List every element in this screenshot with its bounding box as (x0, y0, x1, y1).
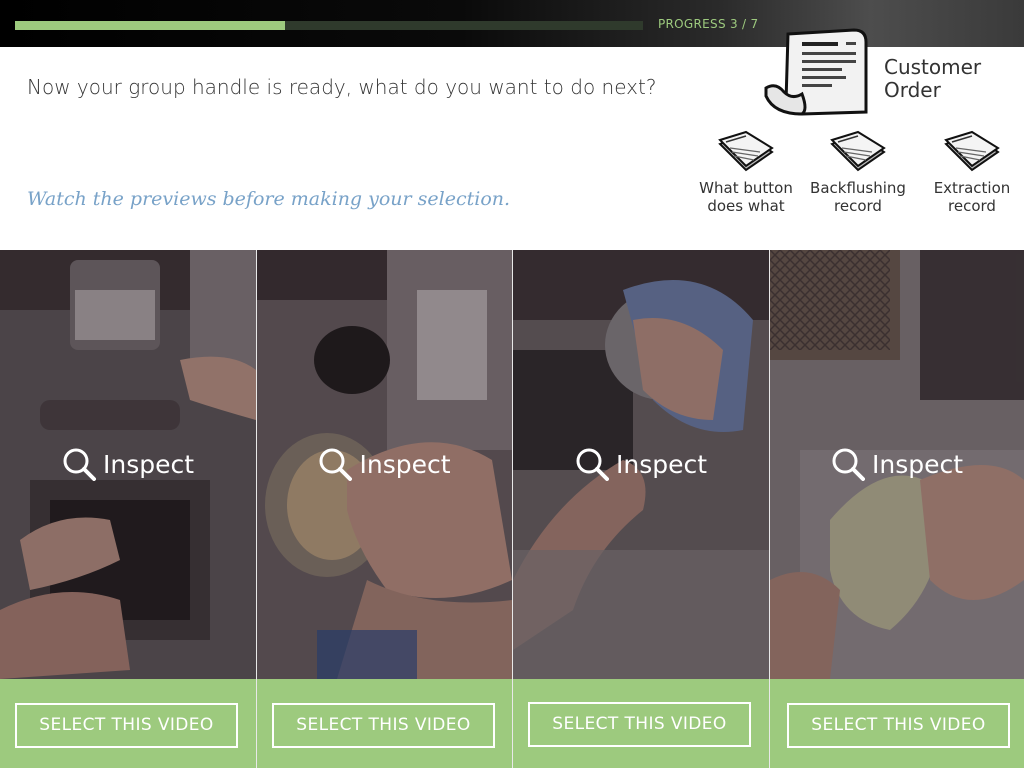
inspect-button[interactable]: Inspect (257, 447, 512, 481)
progress-label: PROGRESS 3 / 7 (658, 17, 759, 31)
video-option-3: Inspect SELECT THIS VIDEO (513, 250, 769, 768)
video-option-2: Inspect SELECT THIS VIDEO (257, 250, 512, 768)
magnifier-icon (832, 448, 865, 481)
video-option-4: Inspect SELECT THIS VIDEO (770, 250, 1024, 768)
customer-order-button[interactable]: Customer Order (762, 26, 1012, 118)
activity-page: PROGRESS 3 / 7 Now your group handle is … (0, 0, 1024, 768)
inspect-button[interactable]: Inspect (770, 447, 1024, 481)
backflush-card-icon (718, 130, 774, 172)
inspect-label: Inspect (103, 449, 195, 479)
inspect-label: Inspect (616, 449, 708, 479)
resource-extraction-record[interactable]: Extraction record (920, 130, 1024, 215)
panel-divider (256, 250, 257, 768)
select-area: SELECT THIS VIDEO (513, 679, 769, 768)
select-area: SELECT THIS VIDEO (0, 679, 256, 768)
select-video-button[interactable]: SELECT THIS VIDEO (272, 703, 495, 748)
resource-label: What button does what (699, 179, 793, 215)
backflush-card-icon (944, 130, 1000, 172)
resource-label: Backflushing record (810, 179, 906, 215)
inspect-label: Inspect (359, 449, 451, 479)
inspect-label: Inspect (872, 449, 964, 479)
magnifier-icon (576, 448, 609, 481)
panel-divider (512, 250, 513, 768)
question-text: Now your group handle is ready, what do … (27, 75, 657, 99)
backflush-card-icon (830, 130, 886, 172)
progress-fill (15, 21, 286, 30)
select-area: SELECT THIS VIDEO (257, 679, 512, 768)
video-options: Inspect SELECT THIS VIDEO Inspect SELECT… (0, 250, 1024, 768)
panel-divider (769, 250, 770, 768)
resource-label: Extraction record (933, 179, 1011, 215)
magnifier-icon (63, 448, 96, 481)
magnifier-icon (319, 448, 353, 481)
select-video-button[interactable]: SELECT THIS VIDEO (15, 703, 238, 748)
resource-backflushing-record[interactable]: Backflushing record (806, 130, 910, 215)
progress-track (15, 21, 643, 30)
video-option-1: Inspect SELECT THIS VIDEO (0, 250, 256, 768)
select-video-button[interactable]: SELECT THIS VIDEO (787, 703, 1010, 748)
resource-what-button-does-what[interactable]: What button does what (694, 130, 798, 215)
select-video-button[interactable]: SELECT THIS VIDEO (528, 702, 751, 747)
customer-order-label: Customer Order (884, 55, 982, 102)
select-area: SELECT THIS VIDEO (770, 679, 1024, 768)
inspect-button[interactable]: Inspect (0, 447, 256, 481)
inspect-button[interactable]: Inspect (513, 447, 769, 481)
hint-text: Watch the previews before making your se… (27, 188, 511, 210)
receipt-icon (764, 28, 868, 116)
